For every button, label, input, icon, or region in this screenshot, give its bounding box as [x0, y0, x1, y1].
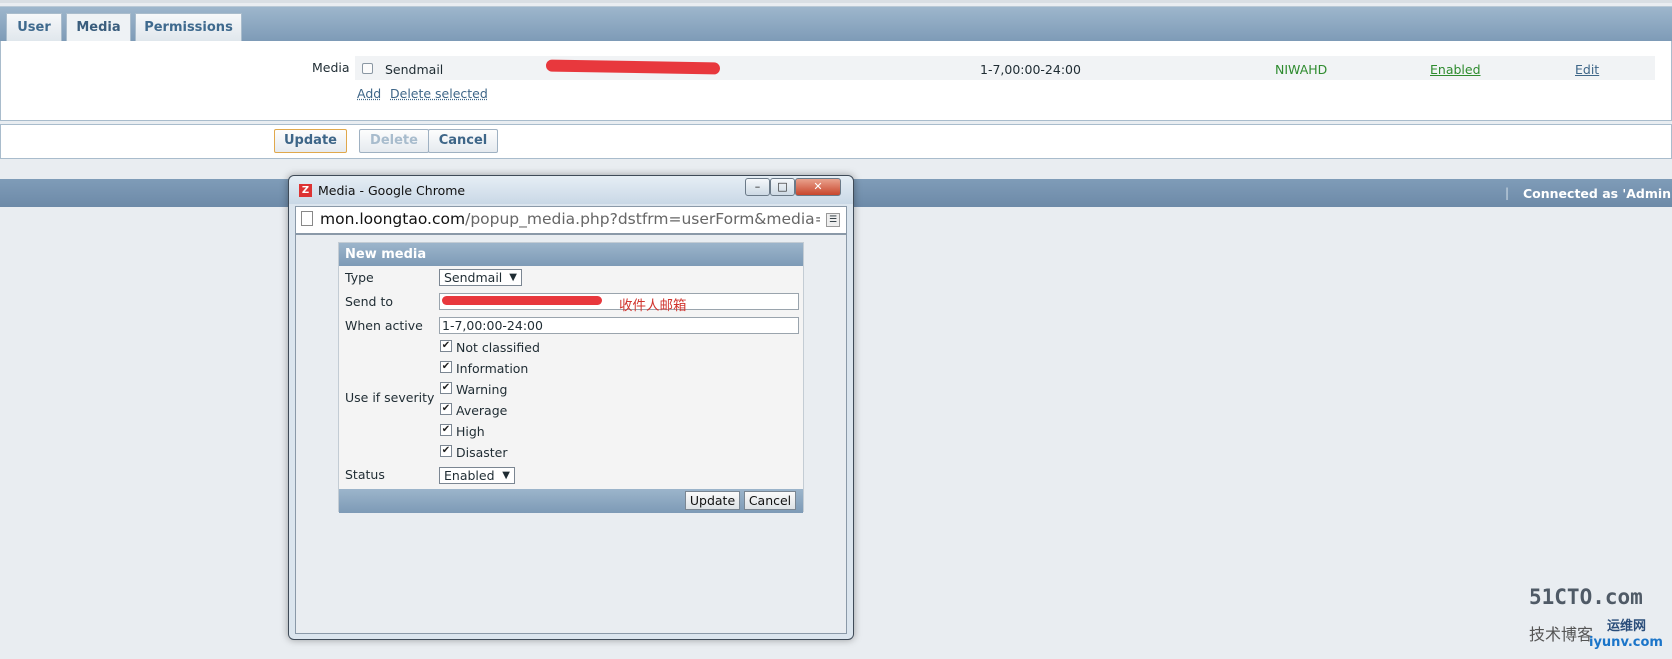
severity-warning-label: Warning: [456, 382, 508, 397]
address-bar[interactable]: mon.loongtao.com/popup_media.php?dstfrm=…: [295, 206, 847, 234]
page-icon: [301, 211, 313, 226]
delete-selected-link[interactable]: Delete selected: [390, 86, 488, 101]
translate-icon[interactable]: ☰: [826, 213, 840, 227]
watermark-line1: 51CTO.com: [1529, 585, 1643, 609]
popup-content: New media Type Sendmail ▼ Send to 收件人邮箱 …: [295, 234, 847, 634]
severity-high-label: High: [456, 424, 485, 439]
media-panel: [0, 41, 1672, 121]
maximize-icon[interactable]: □: [770, 178, 795, 196]
watermark-line4: iyunv.com: [1589, 635, 1663, 650]
media-row-checkbox[interactable]: [362, 63, 373, 74]
footer-separator: |: [1505, 186, 1510, 200]
severity-average-label: Average: [456, 403, 508, 418]
use-if-severity-label: Use if severity: [345, 390, 435, 405]
severity-high-checkbox[interactable]: ✔: [440, 424, 452, 436]
severity-not-classified-checkbox[interactable]: ✔: [440, 340, 452, 352]
type-select[interactable]: Sendmail ▼: [439, 269, 522, 286]
connected-as: Connected as 'Admin': [1523, 186, 1672, 201]
form-footer: Update Cancel: [339, 489, 803, 513]
url-path: /popup_media.php?dstfrm=userForm&media=: [465, 210, 820, 228]
redacted-email: [442, 296, 602, 305]
tab-permissions[interactable]: Permissions: [135, 13, 242, 42]
watermark-line3: 运维网: [1607, 619, 1647, 634]
when-active-input[interactable]: 1-7,00:00-24:00: [439, 317, 799, 334]
media-type: Sendmail: [385, 62, 444, 77]
watermark-logo: 51CTO.com 技术博客 运维网 iyunv.com: [1525, 585, 1665, 655]
type-label: Type: [345, 270, 374, 285]
severity-disaster-label: Disaster: [456, 445, 508, 460]
send-to-annotation: 收件人邮箱: [619, 298, 687, 314]
tab-permissions-label: Permissions: [144, 20, 233, 35]
status-label: Status: [345, 467, 385, 482]
add-link[interactable]: Add: [357, 86, 381, 101]
media-edit-link[interactable]: Edit: [1575, 62, 1599, 77]
chevron-down-icon: ▼: [509, 272, 517, 283]
status-select[interactable]: Enabled ▼: [439, 467, 515, 484]
new-media-form: New media Type Sendmail ▼ Send to 收件人邮箱 …: [338, 242, 804, 513]
delete-button[interactable]: Delete: [359, 129, 429, 153]
media-period: 1-7,00:00-24:00: [980, 62, 1081, 77]
zabbix-logo-icon: Z: [299, 184, 312, 197]
tab-bar: User Media Permissions: [0, 6, 1672, 42]
send-to-label: Send to: [345, 294, 394, 309]
tab-media[interactable]: Media: [66, 13, 131, 42]
url-domain: mon.loongtao.com: [320, 210, 466, 228]
when-active-value: 1-7,00:00-24:00: [442, 318, 543, 333]
close-icon[interactable]: ✕: [795, 178, 841, 196]
media-status-link[interactable]: Enabled: [1430, 62, 1481, 77]
type-select-value: Sendmail: [444, 270, 503, 285]
severity-disaster-checkbox[interactable]: ✔: [440, 445, 452, 457]
when-active-label: When active: [345, 318, 423, 333]
update-button[interactable]: Update: [274, 129, 347, 153]
severity-average-checkbox[interactable]: ✔: [440, 403, 452, 415]
chevron-down-icon: ▼: [502, 470, 510, 481]
tab-media-label: Media: [76, 20, 121, 35]
media-row-label: Media: [312, 60, 350, 75]
status-select-value: Enabled: [444, 468, 495, 483]
tab-user[interactable]: User: [6, 13, 62, 42]
form-button-bar: [0, 124, 1672, 159]
tab-user-label: User: [17, 20, 51, 35]
popup-window-title: Media - Google Chrome: [318, 183, 466, 198]
cancel-button[interactable]: Cancel: [428, 129, 498, 153]
form-title: New media: [339, 243, 803, 266]
severity-information-label: Information: [456, 361, 529, 376]
popup-cancel-button[interactable]: Cancel: [744, 491, 796, 510]
minimize-icon[interactable]: –: [745, 178, 770, 196]
popup-update-button[interactable]: Update: [685, 491, 740, 510]
severity-information-checkbox[interactable]: ✔: [440, 361, 452, 373]
watermark-line2: 技术博客: [1529, 625, 1594, 644]
severity-warning-checkbox[interactable]: ✔: [440, 382, 452, 394]
media-severity: NIWAHD: [1275, 62, 1328, 77]
media-popup-window: Z Media - Google Chrome – □ ✕ mon.loongt…: [288, 175, 854, 640]
top-border: [0, 0, 1672, 3]
popup-titlebar[interactable]: Z Media - Google Chrome – □ ✕: [289, 176, 853, 204]
severity-not-classified-label: Not classified: [456, 340, 540, 355]
